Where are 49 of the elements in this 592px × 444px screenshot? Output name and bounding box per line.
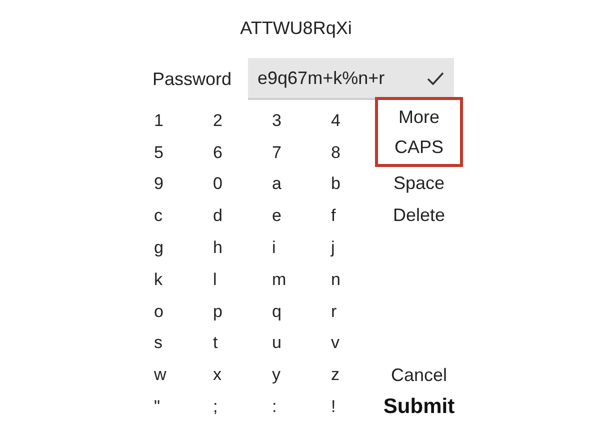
password-field[interactable]: e9q67m+k%n+r — [248, 58, 454, 100]
key[interactable]: i — [272, 238, 276, 258]
key[interactable]: a — [272, 174, 282, 194]
key[interactable]: r — [331, 302, 337, 322]
key[interactable]: : — [272, 397, 277, 418]
key[interactable]: c — [154, 206, 162, 226]
key[interactable]: b — [331, 174, 340, 194]
key[interactable]: n — [331, 270, 340, 290]
key[interactable]: 0 — [213, 174, 222, 194]
key[interactable]: q — [272, 302, 282, 322]
key[interactable]: 7 — [272, 142, 282, 163]
key[interactable]: m — [272, 270, 286, 290]
key[interactable]: t — [213, 333, 218, 354]
key[interactable]: 9 — [154, 174, 164, 194]
key[interactable]: x — [213, 365, 222, 386]
key[interactable]: l — [213, 270, 217, 290]
submit-button[interactable]: Submit — [383, 392, 455, 421]
key[interactable]: d — [213, 206, 222, 226]
key[interactable]: " — [154, 397, 160, 418]
key[interactable]: f — [331, 206, 336, 226]
key[interactable]: e — [272, 206, 282, 226]
key[interactable]: v — [331, 333, 340, 354]
keyboard-action-button[interactable]: Space — [375, 167, 463, 199]
key[interactable]: g — [154, 238, 164, 258]
key[interactable]: ; — [213, 397, 218, 418]
key[interactable]: y — [272, 365, 280, 386]
key[interactable]: 1 — [154, 110, 164, 131]
password-label: Password — [152, 68, 232, 90]
key[interactable]: p — [213, 302, 222, 322]
key[interactable]: 8 — [331, 142, 340, 163]
key[interactable]: s — [154, 333, 162, 354]
key[interactable]: j — [331, 238, 335, 258]
key[interactable]: ! — [331, 397, 336, 418]
key[interactable]: k — [154, 270, 162, 290]
key[interactable]: o — [154, 302, 164, 322]
keyboard-action-button[interactable]: Delete — [375, 199, 463, 231]
key[interactable]: 2 — [213, 110, 222, 131]
keyboard-action-button[interactable]: More — [375, 97, 463, 132]
key[interactable]: 6 — [213, 142, 222, 163]
key[interactable]: z — [331, 365, 340, 386]
key[interactable]: 5 — [154, 142, 164, 163]
key[interactable]: h — [213, 238, 222, 258]
key[interactable]: 3 — [272, 110, 282, 131]
cancel-button[interactable]: Cancel — [390, 360, 448, 389]
dialog-title: ATTWU8RqXi — [240, 18, 352, 39]
keyboard-action-button[interactable]: CAPS — [375, 132, 463, 167]
key[interactable]: u — [272, 333, 282, 354]
key[interactable]: 4 — [331, 110, 340, 131]
key[interactable]: w — [154, 365, 166, 386]
